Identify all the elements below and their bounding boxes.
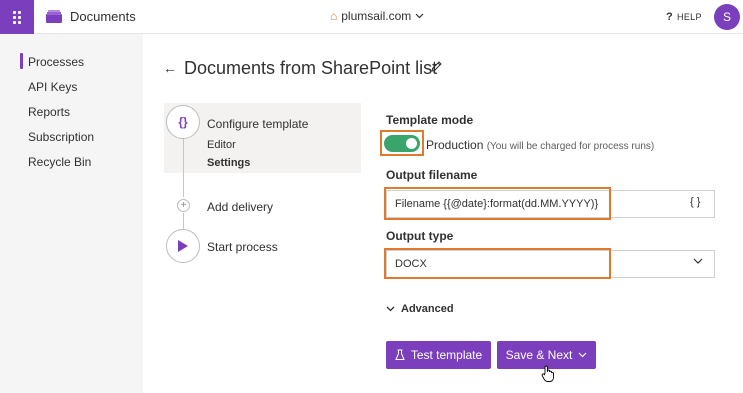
home-icon: ⌂	[330, 9, 338, 23]
sidebar-item-reports[interactable]: Reports	[28, 105, 70, 119]
active-indicator	[20, 53, 23, 69]
output-type-label: Output type	[386, 229, 454, 243]
help-link[interactable]: ? HELP	[666, 11, 702, 23]
sidebar-item-recycle-bin[interactable]: Recycle Bin	[28, 155, 91, 169]
sidebar-item-subscription[interactable]: Subscription	[28, 130, 94, 144]
add-delivery-icon[interactable]: +	[177, 199, 190, 212]
advanced-toggle[interactable]: Advanced	[386, 303, 454, 315]
edit-pencil-icon[interactable]	[430, 60, 443, 73]
avatar[interactable]: S	[714, 4, 740, 30]
chevron-down-icon	[578, 352, 587, 358]
chevron-down-icon	[386, 306, 395, 312]
insert-token-button[interactable]: { }	[690, 196, 700, 208]
chevron-down-icon	[693, 258, 703, 264]
org-name: plumsail.com	[341, 9, 412, 23]
top-bar: Documents ⌂ plumsail.com ? HELP S	[0, 0, 743, 34]
flask-icon	[395, 349, 405, 360]
sidebar: Processes API Keys Reports Subscription …	[0, 34, 143, 393]
step-start-process[interactable]: Start process	[207, 240, 278, 254]
filename-highlight-box	[384, 187, 611, 220]
substep-settings[interactable]: Settings	[207, 157, 250, 169]
app-launcher-button[interactable]	[0, 0, 34, 34]
help-label: HELP	[677, 12, 702, 22]
documents-app-icon	[46, 10, 62, 23]
back-arrow-icon[interactable]: ←	[163, 60, 177, 76]
app-title: Documents	[70, 9, 136, 24]
configure-step-icon[interactable]: {}	[166, 105, 200, 139]
org-selector[interactable]: ⌂ plumsail.com	[330, 9, 424, 23]
production-label: Production (You will be charged for proc…	[426, 138, 655, 152]
output-type-highlight-box	[384, 248, 611, 279]
output-filename-label: Output filename	[386, 168, 478, 182]
production-toggle[interactable]	[384, 135, 420, 152]
chevron-down-icon	[415, 13, 424, 19]
sidebar-item-api-keys[interactable]: API Keys	[28, 80, 77, 94]
hand-cursor-icon	[541, 365, 554, 382]
test-template-button[interactable]: Test template	[386, 341, 491, 369]
play-icon	[178, 240, 188, 252]
page-title: Documents from SharePoint list	[184, 58, 438, 78]
start-process-step-icon[interactable]	[166, 229, 200, 263]
step-add-delivery[interactable]: Add delivery	[207, 200, 273, 214]
app-launcher-icon	[13, 10, 21, 24]
sidebar-item-processes[interactable]: Processes	[28, 55, 84, 69]
help-icon: ?	[666, 11, 674, 23]
substep-editor[interactable]: Editor	[207, 139, 236, 151]
step-connector	[183, 139, 184, 197]
step-connector	[183, 213, 184, 230]
production-note: (You will be charged for process runs)	[486, 141, 655, 152]
template-mode-label: Template mode	[386, 113, 474, 127]
step-configure-template[interactable]: Configure template	[207, 117, 308, 131]
